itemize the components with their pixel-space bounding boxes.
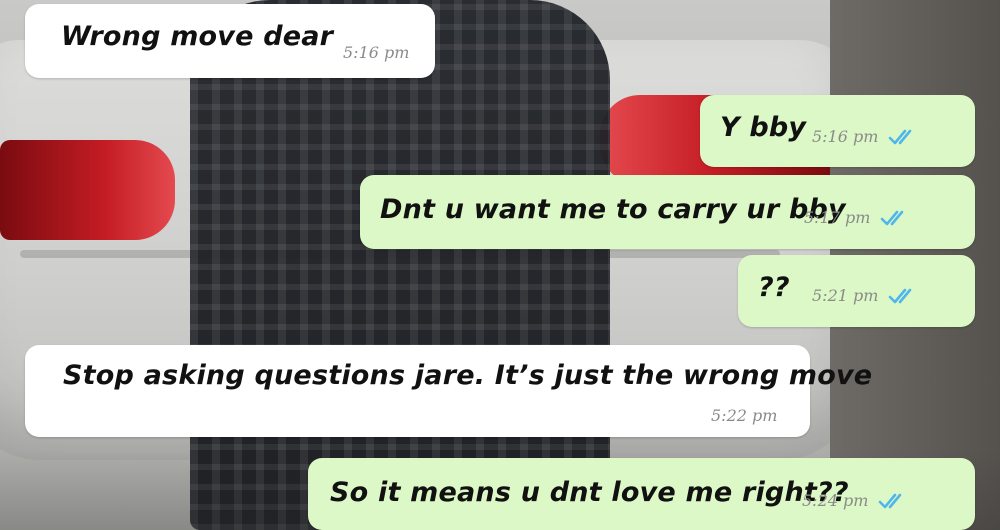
double-check-icon — [888, 287, 922, 305]
wallpaper-taillight-left — [0, 140, 175, 240]
message-meta: 5:22 pm — [711, 407, 777, 425]
message-meta: 5:16 pm — [343, 44, 409, 62]
double-check-icon — [888, 128, 922, 146]
double-check-icon — [880, 209, 914, 227]
message-time: 5:16 pm — [343, 43, 410, 62]
outgoing-message-bubble[interactable]: ?? 5:21 pm — [738, 255, 975, 327]
message-time: 5:24 pm — [802, 491, 869, 511]
message-meta: 5:21 pm — [812, 287, 922, 305]
message-meta: 5:17 pm — [804, 209, 914, 227]
incoming-message-bubble[interactable]: Stop asking questions jare. It’s just th… — [25, 345, 872, 437]
outgoing-message-bubble[interactable]: So it means u dnt love me right?? 5:24 p… — [308, 458, 975, 530]
message-text: Stop asking questions jare. It’s just th… — [63, 360, 873, 391]
message-meta: 5:16 pm — [812, 128, 922, 146]
incoming-message-bubble[interactable]: Wrong move dear 5:16 pm — [25, 4, 435, 78]
message-meta: 5:24 pm — [802, 492, 912, 510]
outgoing-message-bubble[interactable]: Dnt u want me to carry ur bby 5:17 pm — [360, 175, 975, 249]
message-text: ?? — [758, 272, 790, 303]
message-text: Y bby — [720, 112, 807, 143]
message-time: 5:21 pm — [812, 286, 879, 306]
double-check-icon — [878, 492, 912, 510]
message-time: 5:16 pm — [812, 127, 879, 147]
message-text: Wrong move dear — [61, 21, 334, 52]
outgoing-message-bubble[interactable]: Y bby 5:16 pm — [700, 95, 975, 167]
message-text: So it means u dnt love me right?? — [330, 477, 849, 508]
message-time: 5:22 pm — [711, 406, 778, 425]
message-text: Dnt u want me to carry ur bby — [380, 194, 846, 225]
message-time: 5:17 pm — [804, 208, 871, 228]
